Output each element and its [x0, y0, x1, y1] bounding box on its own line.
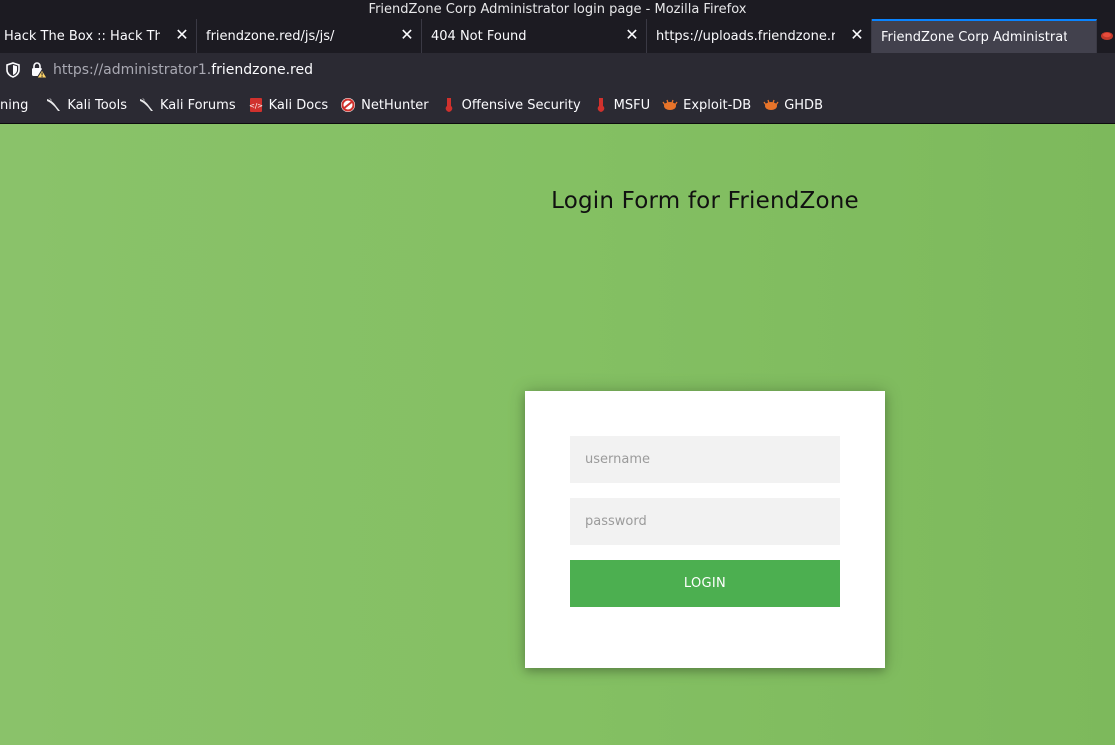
login-button[interactable]: LOGIN: [570, 560, 840, 607]
tab-friendzone-js[interactable]: friendzone.red/js/js/ ✕: [197, 19, 422, 53]
kali-dragon-icon: [46, 97, 62, 113]
bookmark-label: Kali Forums: [160, 97, 236, 113]
url-bar[interactable]: https://administrator1.friendzone.red: [53, 62, 313, 78]
bookmark-label: NetHunter: [361, 97, 429, 113]
tab-favicon-icon[interactable]: [1097, 19, 1115, 53]
tab-title: 404 Not Found: [431, 28, 527, 44]
bookmark-label: Kali Tools: [67, 97, 127, 113]
tab-title: friendzone.red/js/js/: [206, 28, 335, 44]
bookmark-msfu[interactable]: MSFU: [593, 93, 656, 117]
bookmark-label: GHDB: [784, 97, 823, 113]
url-domain: friendzone.red: [211, 62, 313, 78]
tab-404[interactable]: 404 Not Found ✕: [422, 19, 647, 53]
bookmark-exploit-db[interactable]: Exploit-DB: [662, 93, 757, 117]
password-input[interactable]: [570, 498, 840, 545]
bookmark-label: Kali Docs: [268, 97, 329, 113]
bookmark-label: Offensive Security: [461, 97, 581, 113]
tab-strip: Hack The Box :: Hack The Box ✕ friendzon…: [0, 19, 1115, 53]
close-tab-icon[interactable]: ✕: [624, 27, 640, 43]
bookmark-kali-forums[interactable]: Kali Forums: [139, 93, 242, 117]
url-prefix: https://administrator1.: [53, 62, 212, 78]
close-tab-icon[interactable]: ✕: [174, 27, 190, 43]
svg-text:</>: </>: [249, 102, 263, 110]
bookmark-ghdb[interactable]: GHDB: [763, 93, 829, 117]
tracking-protection-shield-icon[interactable]: [3, 60, 23, 80]
exploitdb-icon: [662, 97, 678, 113]
insecure-lock-icon[interactable]: [29, 60, 49, 80]
tab-friendzone-admin[interactable]: FriendZone Corp Administrator login page: [872, 19, 1097, 53]
offsec-icon: [441, 97, 457, 113]
tab-uploads[interactable]: https://uploads.friendzone.red/ ✕: [647, 19, 872, 53]
navigation-bar: https://administrator1.friendzone.red: [0, 53, 1115, 87]
bookmark-nethunter[interactable]: NetHunter: [340, 93, 435, 117]
bookmark-training[interactable]: ning: [0, 93, 34, 117]
bookmark-kali-tools[interactable]: Kali Tools: [46, 93, 133, 117]
bookmark-kali-docs[interactable]: </> Kali Docs: [248, 93, 335, 117]
close-tab-icon[interactable]: ✕: [849, 27, 865, 43]
bookmark-offensive-security[interactable]: Offensive Security: [441, 93, 587, 117]
bookmark-label: Exploit-DB: [683, 97, 752, 113]
tab-title: FriendZone Corp Administrator login page: [881, 29, 1067, 45]
bookmark-label: ning: [0, 97, 29, 113]
tab-hackthebox[interactable]: Hack The Box :: Hack The Box ✕: [0, 19, 197, 53]
kali-docs-icon: </>: [248, 97, 264, 113]
page-content: Login Form for FriendZone LOGIN: [0, 124, 1115, 745]
login-form: LOGIN: [525, 391, 885, 668]
nethunter-icon: [340, 97, 356, 113]
exploitdb-icon: [763, 97, 779, 113]
window-title: FriendZone Corp Administrator login page…: [368, 2, 747, 17]
kali-dragon-icon: [139, 97, 155, 113]
page-title: Login Form for FriendZone: [551, 188, 859, 214]
bookmark-label: MSFU: [613, 97, 651, 113]
bookmarks-toolbar: ning Kali Tools Kali Forums </> Kali Doc…: [0, 87, 1115, 124]
window-title-bar: FriendZone Corp Administrator login page…: [0, 0, 1115, 19]
close-tab-icon[interactable]: ✕: [399, 27, 415, 43]
tab-title: https://uploads.friendzone.red/: [656, 28, 835, 44]
tab-title: Hack The Box :: Hack The Box: [4, 28, 160, 44]
offsec-icon: [593, 97, 609, 113]
username-input[interactable]: [570, 436, 840, 483]
